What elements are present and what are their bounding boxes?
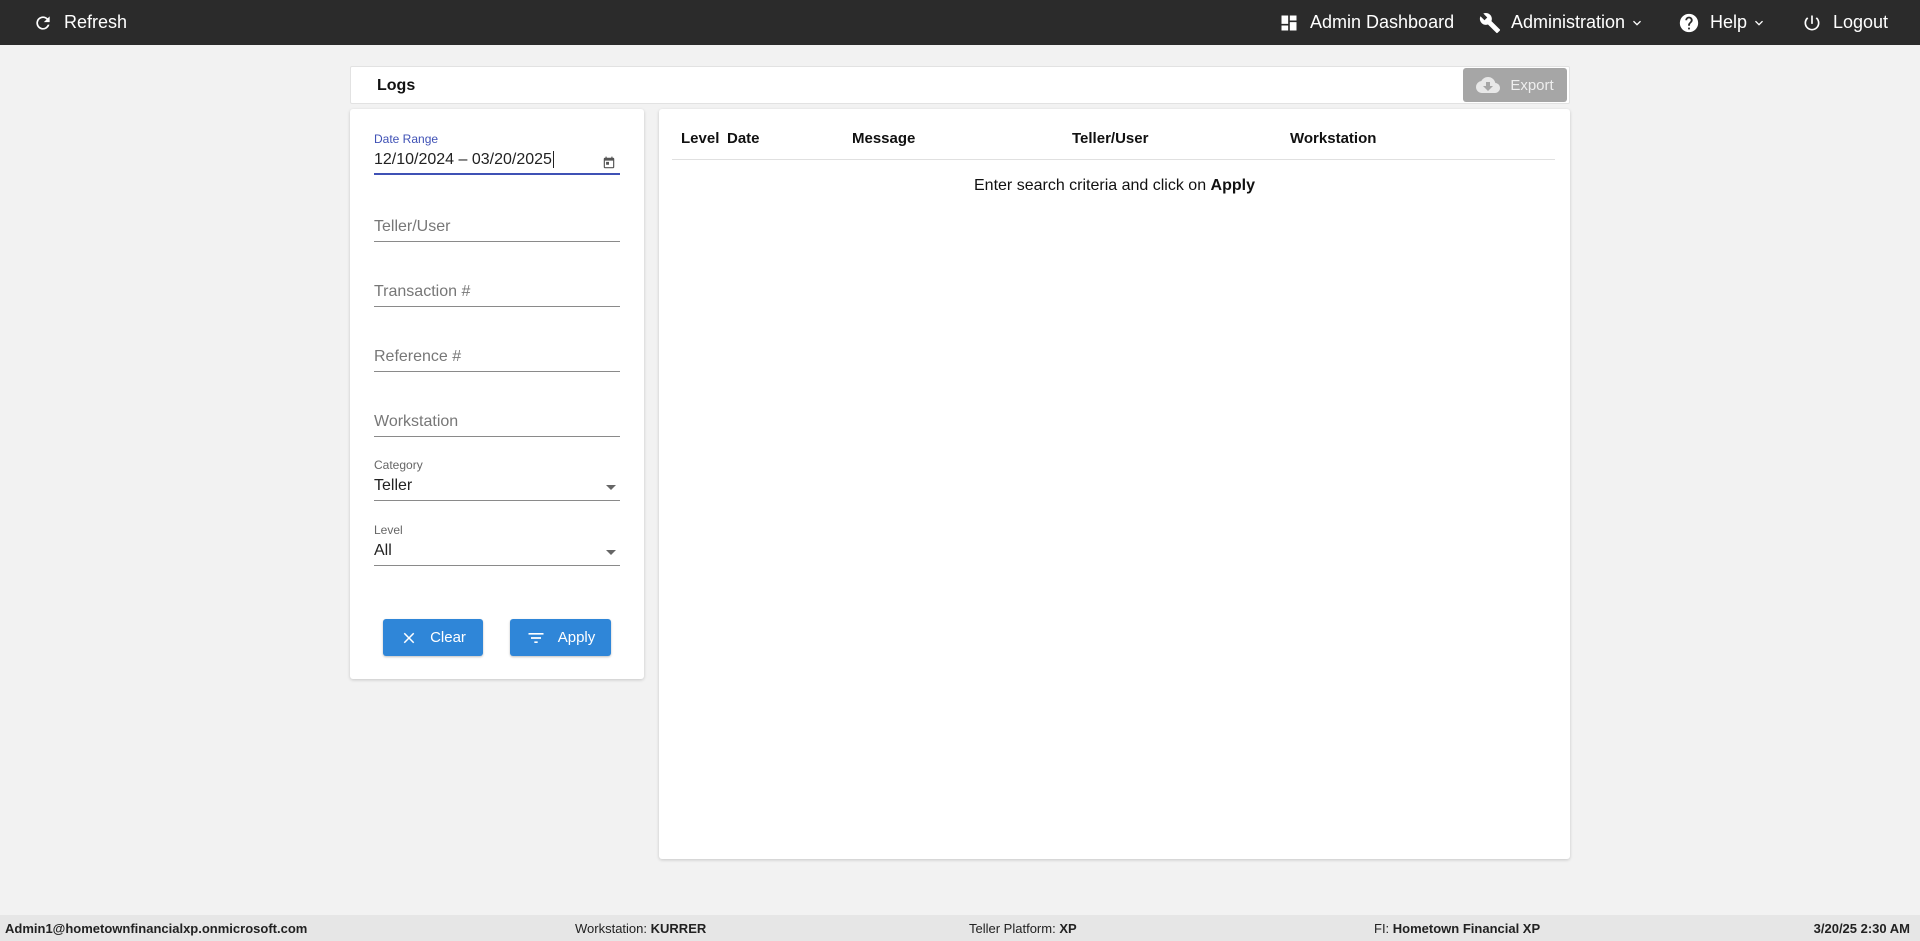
text-caret (552, 151, 554, 169)
logout-button[interactable]: Logout (1800, 0, 1888, 45)
column-header-teller-user[interactable]: Teller/User (1072, 130, 1148, 147)
status-bar: Admin1@hometownfinancialxp.onmicrosoft.c… (0, 915, 1920, 941)
footer-workstation-value: KURRER (650, 921, 707, 936)
column-header-workstation[interactable]: Workstation (1290, 130, 1376, 147)
results-table-header: Level Date Message Teller/User Workstati… (672, 109, 1555, 160)
clear-button[interactable]: Clear (383, 619, 483, 656)
filter-icon (528, 632, 544, 643)
footer-workstation: Workstation: KURRER (575, 921, 706, 936)
help-menu[interactable]: Help (1677, 0, 1767, 45)
level-field: Level All (374, 523, 620, 566)
footer-workstation-label: Workstation: (575, 921, 648, 936)
level-value: All (374, 542, 392, 559)
empty-state-message: Enter search criteria and click on Apply (659, 177, 1570, 195)
reference-input[interactable]: Reference # (374, 342, 620, 372)
date-range-field: Date Range 12/10/2024 – 03/20/2025 (374, 132, 620, 175)
dashboard-icon (1277, 11, 1301, 35)
category-select[interactable]: Teller (374, 473, 620, 501)
logout-label: Logout (1833, 12, 1889, 32)
apply-label: Apply (557, 629, 596, 646)
refresh-label: Refresh (64, 12, 128, 32)
cloud-download-icon (1476, 77, 1501, 93)
footer-user: Admin1@hometownfinancialxp.onmicrosoft.c… (5, 921, 308, 936)
level-label: Level (374, 523, 403, 537)
column-header-date[interactable]: Date (727, 130, 760, 147)
refresh-button[interactable]: Refresh (31, 0, 127, 45)
date-range-value: 12/10/2024 – 03/20/2025 (374, 151, 552, 168)
administration-menu[interactable]: Administration (1478, 0, 1645, 45)
wrench-icon (1478, 11, 1502, 35)
admin-dashboard-label: Admin Dashboard (1310, 12, 1455, 32)
category-value: Teller (374, 477, 413, 494)
administration-label: Administration (1511, 12, 1626, 32)
transaction-field[interactable]: Transaction # (374, 277, 620, 307)
refresh-icon (31, 11, 55, 35)
empty-state-text: Enter search criteria and click on (974, 177, 1211, 194)
footer-platform: Teller Platform: XP (969, 921, 1077, 936)
reference-field[interactable]: Reference # (374, 342, 620, 372)
results-panel: Level Date Message Teller/User Workstati… (659, 109, 1570, 859)
workstation-input[interactable]: Workstation (374, 407, 620, 437)
page-title: Logs (377, 77, 416, 94)
footer-platform-value: XP (1059, 921, 1077, 936)
help-label: Help (1710, 12, 1748, 32)
help-circle-icon (1677, 11, 1701, 35)
logs-header-bar: Logs Export (350, 66, 1570, 104)
footer-fi: FI: Hometown Financial XP (1374, 921, 1540, 936)
category-label: Category (374, 458, 423, 472)
dropdown-arrow-icon (606, 485, 616, 490)
teller-user-field[interactable]: Teller/User (374, 212, 620, 242)
filter-panel: Date Range 12/10/2024 – 03/20/2025 Telle… (350, 109, 644, 679)
calendar-icon[interactable] (602, 153, 616, 169)
date-range-label: Date Range (374, 132, 439, 146)
column-header-message[interactable]: Message (852, 130, 915, 147)
clear-label: Clear (430, 629, 466, 646)
close-icon (403, 632, 415, 643)
column-header-level[interactable]: Level (681, 130, 719, 147)
level-select[interactable]: All (374, 538, 620, 566)
dropdown-arrow-icon (606, 550, 616, 555)
date-range-input[interactable]: 12/10/2024 – 03/20/2025 (374, 147, 620, 175)
category-field: Category Teller (374, 458, 620, 501)
empty-state-apply-word: Apply (1210, 177, 1255, 194)
teller-user-input[interactable]: Teller/User (374, 212, 620, 242)
export-label: Export (1510, 76, 1554, 94)
transaction-input[interactable]: Transaction # (374, 277, 620, 307)
footer-datetime: 3/20/25 2:30 AM (1813, 921, 1910, 936)
footer-platform-label: Teller Platform: (969, 921, 1056, 936)
footer-fi-label: FI: (1374, 921, 1390, 936)
admin-dashboard-link[interactable]: Admin Dashboard (1277, 0, 1454, 45)
top-navigation-bar: Refresh Admin Dashboard Administration H… (0, 0, 1920, 45)
footer-fi-value: Hometown Financial XP (1392, 921, 1541, 936)
chevron-down-icon (1751, 15, 1767, 31)
apply-button[interactable]: Apply (510, 619, 611, 656)
export-button[interactable]: Export (1463, 68, 1567, 102)
power-icon (1800, 11, 1824, 35)
workstation-field[interactable]: Workstation (374, 407, 620, 437)
chevron-down-icon (1629, 15, 1645, 31)
